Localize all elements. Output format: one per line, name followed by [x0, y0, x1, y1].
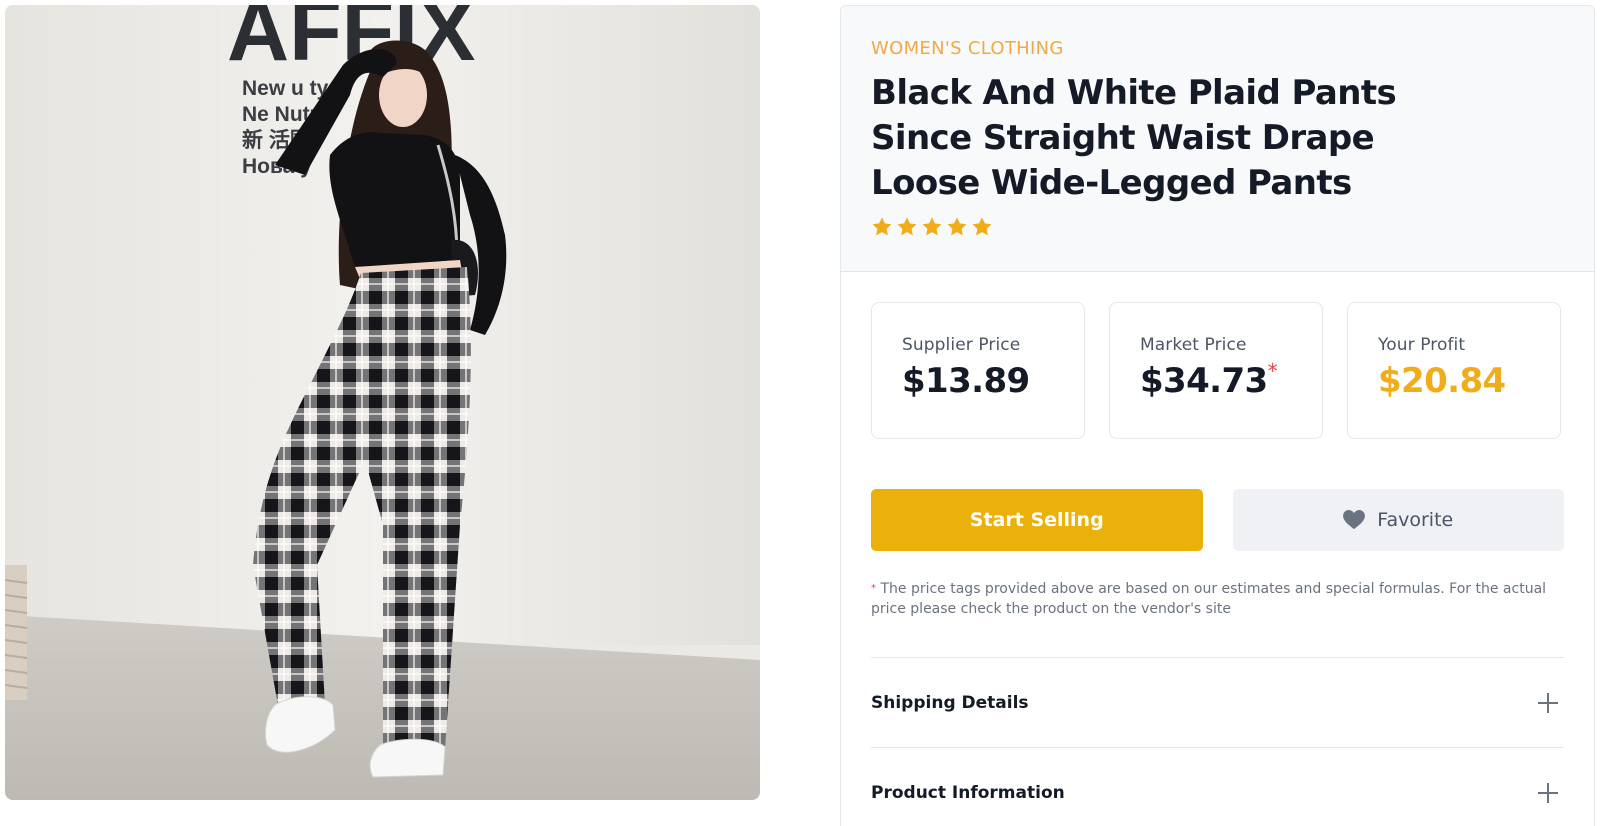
start-selling-button[interactable]: Start Selling — [871, 489, 1203, 551]
profit-label: Your Profit — [1378, 335, 1466, 355]
product-category[interactable]: WOMEN'S CLOTHING — [871, 38, 1564, 59]
product-detail-panel: WOMEN'S CLOTHING Black And White Plaid P… — [840, 5, 1595, 826]
supplier-price-value: $13.89 — [902, 361, 1030, 401]
rating-stars — [871, 216, 1564, 238]
star-icon — [971, 216, 993, 238]
product-image: AFFIX New u ty Ne Nutz 新 活围 Нова у — [5, 5, 760, 800]
market-price-value: $34.73 — [1140, 361, 1268, 401]
favorite-label: Favorite — [1377, 509, 1454, 531]
price-cards: Supplier Price $13.89 Market Price $34.7… — [841, 272, 1594, 439]
heart-icon — [1343, 510, 1366, 530]
favorite-button[interactable]: Favorite — [1232, 489, 1564, 551]
price-disclaimer: * The price tags provided above are base… — [841, 551, 1581, 619]
wall-sign-line: New u ty — [242, 77, 329, 100]
product-header: WOMEN'S CLOTHING Black And White Plaid P… — [841, 6, 1594, 272]
star-icon — [946, 216, 968, 238]
details-accordion: Shipping Details Product Information — [871, 657, 1564, 826]
product-photo-illustration: AFFIX New u ty Ne Nutz 新 活围 Нова у — [5, 5, 760, 800]
accordion-label: Product Information — [871, 782, 1065, 803]
accordion-label: Shipping Details — [871, 692, 1029, 713]
market-price-asterisk: * — [1267, 359, 1278, 383]
profit-card: Your Profit $20.84 — [1347, 302, 1561, 439]
supplier-price-card: Supplier Price $13.89 — [871, 302, 1085, 439]
market-price-row: $34.73* — [1140, 359, 1292, 401]
product-title: Black And White Plaid Pants Since Straig… — [871, 73, 1397, 203]
accordion-shipping-details[interactable]: Shipping Details — [871, 657, 1564, 747]
star-icon — [896, 216, 918, 238]
action-buttons: Start Selling Favorite — [841, 439, 1594, 551]
star-icon — [921, 216, 943, 238]
accordion-product-information[interactable]: Product Information — [871, 747, 1564, 826]
plus-icon[interactable] — [1538, 782, 1558, 803]
disclaimer-text: The price tags provided above are based … — [871, 581, 1547, 617]
disclaimer-asterisk: * — [871, 583, 876, 594]
market-price-label: Market Price — [1140, 335, 1247, 355]
star-icon — [871, 216, 893, 238]
plus-icon[interactable] — [1538, 692, 1558, 713]
market-price-card: Market Price $34.73* — [1109, 302, 1323, 439]
profit-value: $20.84 — [1378, 361, 1506, 401]
supplier-price-label: Supplier Price — [902, 335, 1021, 355]
